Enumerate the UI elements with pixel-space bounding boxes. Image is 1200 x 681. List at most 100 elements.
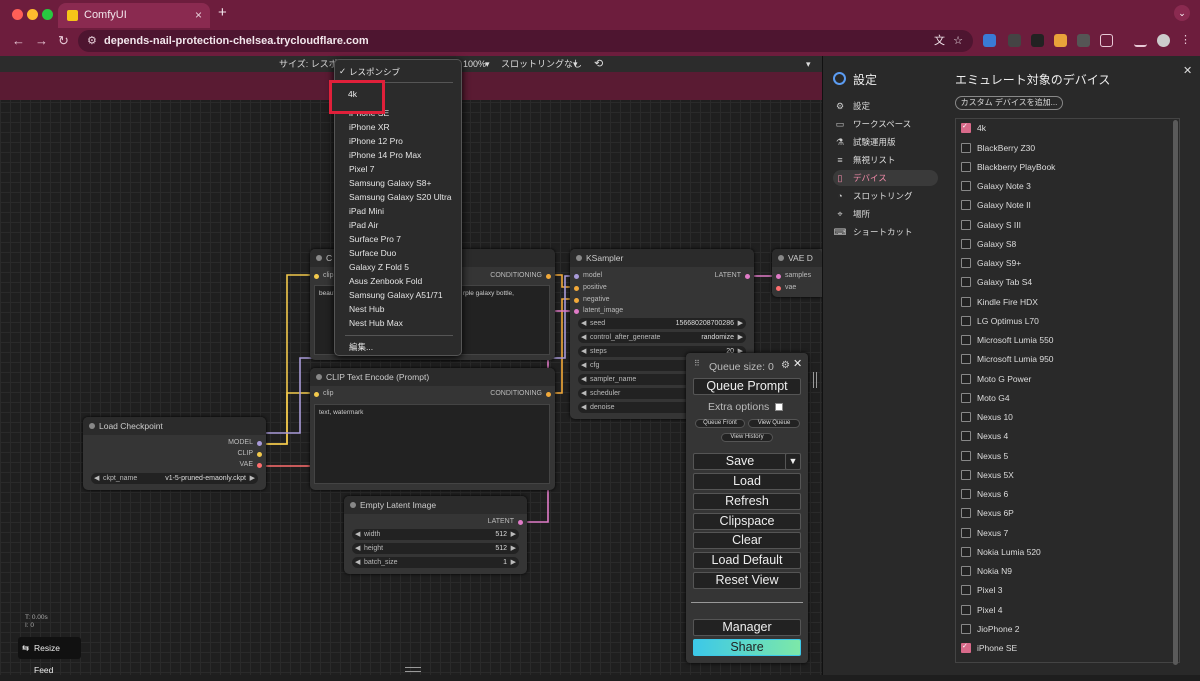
reset-view-button[interactable]: Reset View xyxy=(693,572,801,589)
settings-menu-locations[interactable]: ⌖ 場所 xyxy=(833,206,938,222)
dropdown-item[interactable]: iPhone 14 Pro Max xyxy=(349,150,421,160)
model-input-slot[interactable]: model xyxy=(574,272,602,279)
view-queue-button[interactable]: View Queue xyxy=(748,419,800,428)
dropdown-item[interactable]: Samsung Galaxy S20 Ultra xyxy=(349,192,452,202)
node-title[interactable]: CLIP Text Encode (Prompt) xyxy=(310,368,555,386)
settings-menu-throttling[interactable]: ◔ スロットリング xyxy=(833,188,938,204)
back-arrow-icon[interactable]: ← xyxy=(12,33,25,48)
settings-gear-icon[interactable]: ⚙ xyxy=(781,360,790,371)
maximize-window-button[interactable] xyxy=(42,9,53,20)
bottom-resize-handle-icon[interactable] xyxy=(405,667,421,672)
dropdown-item[interactable]: iPhone XR xyxy=(349,122,390,132)
device-checkbox[interactable]: Nokia N9 xyxy=(961,565,1012,577)
negative-prompt-textarea[interactable]: text, watermark xyxy=(314,404,550,484)
samples-input-slot[interactable]: samples xyxy=(776,272,811,279)
settings-menu-ignore-list[interactable]: ≡ 無視リスト xyxy=(833,152,938,168)
translate-icon[interactable]: 文 xyxy=(934,30,945,52)
load-default-button[interactable]: Load Default xyxy=(693,552,801,569)
empty-latent-image-node[interactable]: Empty Latent Image LATENT ◀ width 512 ▶ ◀ he… xyxy=(344,496,527,574)
device-checkbox[interactable]: Nexus 4 xyxy=(961,430,1008,442)
profile-avatar[interactable] xyxy=(1157,34,1170,47)
dropdown-item[interactable]: iPhone 12 Pro xyxy=(349,136,403,146)
model-output-slot[interactable]: MODEL xyxy=(228,439,262,446)
device-checkbox-iphone-se[interactable]: iPhone SE xyxy=(961,641,1017,654)
node-title[interactable]: KSampler xyxy=(570,249,754,267)
ckpt-name-widget[interactable]: ◀ ckpt_name v1-5-pruned-emaonly.ckpt ▶ xyxy=(91,473,258,484)
device-checkbox[interactable]: Pixel 3 xyxy=(961,584,1003,596)
control-after-generate-widget[interactable]: ◀ control_after_generate randomize ▶ xyxy=(578,332,746,343)
batch-size-widget[interactable]: ◀ batch_size 1 ▶ xyxy=(352,557,519,568)
new-tab-button[interactable]: + xyxy=(218,4,227,21)
device-checkbox[interactable]: Moto G4 xyxy=(961,392,1010,404)
dropdown-item[interactable]: Pixel 7 xyxy=(349,164,375,174)
extension-badge-icon[interactable] xyxy=(1008,34,1021,47)
dropdown-item[interactable]: Asus Zenbook Fold xyxy=(349,276,422,286)
extension-s-icon[interactable] xyxy=(983,34,996,47)
close-window-button[interactable] xyxy=(12,9,23,20)
reload-icon[interactable]: ↻ xyxy=(58,33,69,49)
device-checkbox[interactable]: Moto G Power xyxy=(961,373,1031,385)
conditioning-output-slot[interactable]: CONDITIONING xyxy=(490,272,551,279)
node-title[interactable]: VAE D xyxy=(772,249,822,267)
device-checkbox[interactable]: Nokia Lumia 520 xyxy=(961,546,1041,558)
bookmark-star-icon[interactable]: ☆ xyxy=(953,30,963,52)
site-info-icon[interactable]: ⚙ xyxy=(87,30,97,52)
device-checkbox[interactable]: Nexus 5 xyxy=(961,450,1008,462)
device-checkbox[interactable]: Nexus 6 xyxy=(961,488,1008,500)
close-tab-icon[interactable]: × xyxy=(195,3,202,28)
queue-prompt-button[interactable]: Queue Prompt xyxy=(693,378,801,395)
save-button[interactable]: Save xyxy=(693,453,787,470)
dropdown-item[interactable]: Samsung Galaxy S8+ xyxy=(349,178,431,188)
device-checkbox-4k[interactable]: 4k xyxy=(961,121,986,134)
view-history-button[interactable]: View History xyxy=(721,433,773,442)
close-settings-icon[interactable]: ✕ xyxy=(1183,64,1192,77)
drag-handle-icon[interactable]: ⠿ xyxy=(694,359,700,368)
browser-tab[interactable]: ComfyUI × xyxy=(58,3,210,28)
dropdown-item[interactable]: Samsung Galaxy A51/71 xyxy=(349,290,443,300)
dropdown-item[interactable]: Surface Pro 7 xyxy=(349,234,401,244)
manager-button[interactable]: Manager xyxy=(693,619,801,636)
extension-grid-icon[interactable] xyxy=(1077,34,1090,47)
vae-output-slot[interactable]: VAE xyxy=(240,461,263,468)
resize-feed-button[interactable]: ⇆ Resize Feed xyxy=(18,637,81,675)
browser-menu-icon[interactable]: ⋮ xyxy=(1180,34,1193,47)
device-checkbox[interactable]: LG Optimus L70 xyxy=(961,315,1039,327)
latent-output-slot[interactable]: LATENT xyxy=(715,272,751,279)
dropdown-item[interactable]: iPad Air xyxy=(349,220,378,230)
extensions-puzzle-icon[interactable] xyxy=(1100,34,1113,47)
device-checkbox[interactable]: Microsoft Lumia 550 xyxy=(961,334,1054,346)
device-checkbox[interactable]: Nexus 10 xyxy=(961,411,1013,423)
device-checkbox[interactable]: Nexus 5X xyxy=(961,469,1014,481)
settings-menu-devices[interactable]: ▯ デバイス xyxy=(833,170,938,186)
load-button[interactable]: Load xyxy=(693,473,801,490)
node-title[interactable]: Empty Latent Image xyxy=(344,496,527,514)
download-icon[interactable] xyxy=(1134,34,1147,47)
forward-arrow-icon[interactable]: → xyxy=(35,33,48,48)
vae-decode-node[interactable]: VAE D samples vae xyxy=(772,249,822,297)
refresh-button[interactable]: Refresh xyxy=(693,493,801,510)
device-checkbox[interactable]: Galaxy S III xyxy=(961,219,1021,231)
close-panel-icon[interactable]: ✕ xyxy=(793,357,802,370)
highlighted-4k-item[interactable]: 4k xyxy=(329,80,385,114)
clip-input-slot[interactable]: clip xyxy=(314,390,334,397)
dropdown-item-responsive[interactable]: レスポンシブ xyxy=(349,66,400,78)
extra-options-checkbox[interactable] xyxy=(775,403,783,411)
minimize-window-button[interactable] xyxy=(27,9,38,20)
latent-image-input-slot[interactable]: latent_image xyxy=(574,307,623,314)
settings-menu-shortcuts[interactable]: ⌨ ショートカット xyxy=(833,224,938,240)
dropdown-item[interactable]: iPad Mini xyxy=(349,206,384,216)
clip-text-encode-node-2[interactable]: CLIP Text Encode (Prompt) clip CONDITION… xyxy=(310,368,555,490)
add-custom-device-button[interactable]: カスタム デバイスを追加... xyxy=(955,96,1063,110)
dropdown-item[interactable]: Nest Hub Max xyxy=(349,318,403,328)
device-list-scrollbar[interactable] xyxy=(1173,120,1178,665)
extension-color-icon[interactable] xyxy=(1054,34,1067,47)
queue-front-button[interactable]: Queue Front xyxy=(695,419,745,428)
negative-input-slot[interactable]: negative xyxy=(574,296,609,303)
side-resize-handle-icon[interactable] xyxy=(813,372,817,388)
save-dropdown-arrow-icon[interactable]: ▼ xyxy=(785,453,801,470)
device-checkbox[interactable]: Galaxy Note 3 xyxy=(961,180,1031,192)
clear-button[interactable]: Clear xyxy=(693,532,801,549)
device-checkbox[interactable]: JioPhone 2 xyxy=(961,623,1020,635)
device-checkbox[interactable]: Galaxy S9+ xyxy=(961,257,1021,269)
settings-menu-preferences[interactable]: ⚙ 設定 xyxy=(833,98,938,114)
